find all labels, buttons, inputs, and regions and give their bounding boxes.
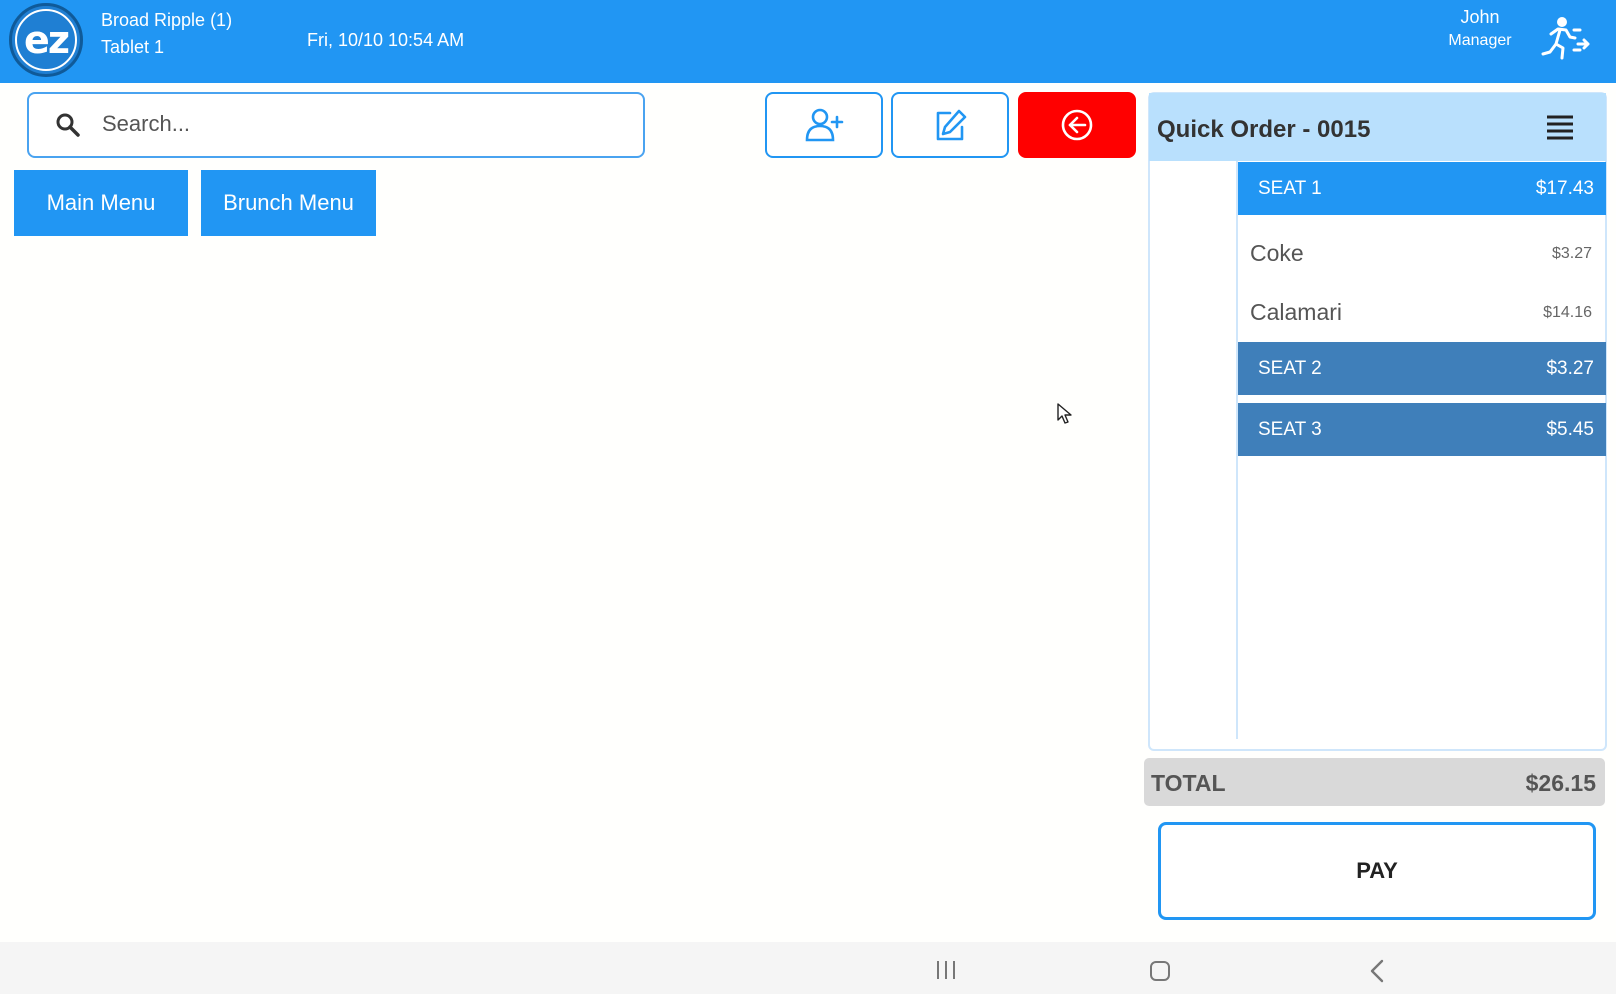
user-role: Manager <box>1448 32 1512 49</box>
arrow-left-circle-icon <box>1061 109 1093 141</box>
brunch-menu-button[interactable]: Brunch Menu <box>201 170 376 236</box>
main-menu-button[interactable]: Main Menu <box>14 170 188 236</box>
edit-icon <box>936 109 967 141</box>
seat-price: $3.27 <box>1546 358 1594 379</box>
top-bar <box>0 0 1616 83</box>
logo-text: ez <box>15 9 77 71</box>
seat-label: SEAT 3 <box>1258 419 1322 440</box>
seat-row-2[interactable]: SEAT 2 $3.27 <box>1238 342 1606 395</box>
back-chevron-icon[interactable] <box>1366 958 1388 984</box>
pay-button[interactable]: PAY <box>1158 822 1596 920</box>
item-price: $14.16 <box>1543 304 1592 321</box>
add-person-icon <box>805 108 844 142</box>
recents-icon[interactable] <box>934 959 958 981</box>
item-name: Coke <box>1250 240 1304 266</box>
back-button[interactable] <box>1018 92 1136 158</box>
hamburger-menu-icon[interactable] <box>1546 114 1574 140</box>
user-name: John <box>1460 7 1500 27</box>
add-guest-button[interactable] <box>765 92 883 158</box>
ez-logo: ez <box>9 3 83 77</box>
total-label: TOTAL <box>1151 770 1226 796</box>
home-icon[interactable] <box>1149 960 1171 982</box>
device-name: Tablet 1 <box>101 37 165 57</box>
item-price: $3.27 <box>1551 245 1592 262</box>
mouse-cursor-icon <box>1057 403 1073 425</box>
order-title: Quick Order - 0015 <box>1157 116 1371 143</box>
total-value: $26.15 <box>1525 770 1596 796</box>
location-name: Broad Ripple (1) <box>101 10 233 30</box>
current-datetime: Fri, 10/10 10:54 AM <box>307 30 465 50</box>
order-item-coke[interactable]: Coke $3.27 <box>1238 226 1606 282</box>
seat-label: SEAT 2 <box>1258 358 1322 379</box>
logout-runner-icon[interactable] <box>1538 16 1590 62</box>
search-input[interactable] <box>100 104 620 144</box>
seat-price: $5.45 <box>1546 419 1594 440</box>
seat-price: $17.43 <box>1535 178 1594 199</box>
seat-row-3[interactable]: SEAT 3 $5.45 <box>1238 403 1606 456</box>
seat-label: SEAT 1 <box>1258 178 1322 199</box>
item-name: Calamari <box>1250 299 1343 325</box>
seat-row-1[interactable]: SEAT 1 $17.43 <box>1238 162 1606 215</box>
search-icon <box>55 112 81 138</box>
order-item-calamari[interactable]: Calamari $14.16 <box>1238 285 1606 341</box>
edit-button[interactable] <box>891 92 1009 158</box>
